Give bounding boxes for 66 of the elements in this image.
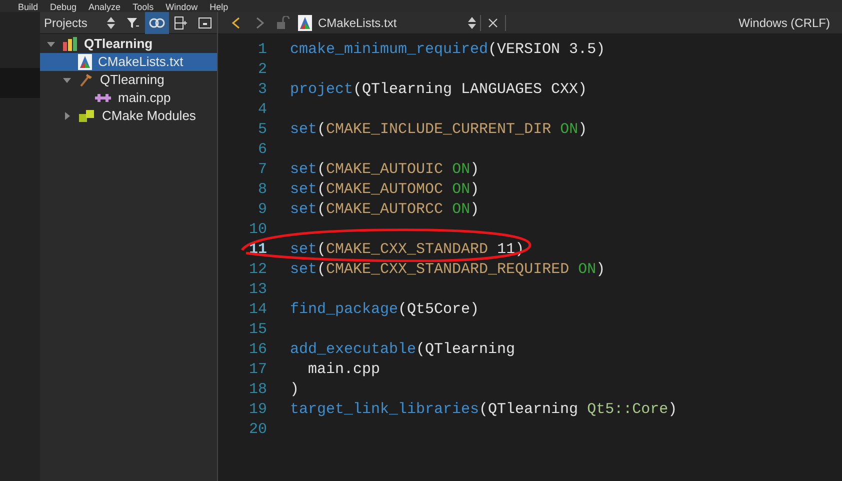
tree-item[interactable]: CMake Modules <box>40 107 217 125</box>
code-line: main.cpp <box>307 361 380 378</box>
up-down-icon[interactable] <box>107 16 115 28</box>
cubes-icon <box>78 108 96 124</box>
caret-down-icon[interactable] <box>63 76 71 84</box>
code-line: target_link_libraries(QTlearning Qt5::Core) <box>290 401 678 418</box>
file-name[interactable]: CMakeLists.txt <box>318 14 468 32</box>
triangle-file-icon <box>78 54 92 70</box>
up-down-icon[interactable] <box>468 16 476 28</box>
line-number: 19 <box>248 400 267 420</box>
menu-item[interactable]: Debug <box>50 2 77 12</box>
triangle-file-icon <box>298 14 312 30</box>
tree-item[interactable]: main.cpp <box>40 89 217 107</box>
tree-item[interactable]: QTlearning <box>40 35 217 53</box>
menu-item[interactable]: Tools <box>132 2 154 12</box>
code-line: project(QTlearning LANGUAGES CXX) <box>290 81 588 98</box>
caret-right-icon[interactable] <box>63 112 71 120</box>
line-number: 14 <box>248 300 267 320</box>
menu-item[interactable]: Help <box>210 2 228 12</box>
line-number: 8 <box>258 180 267 200</box>
tree-item[interactable]: QTlearning <box>40 71 217 89</box>
line-number: 11 <box>248 240 267 260</box>
project-icon <box>62 36 78 52</box>
code-line: cmake_minimum_required(VERSION 3.5) <box>290 41 606 58</box>
panel-background <box>0 68 40 98</box>
line-number: 9 <box>258 200 267 220</box>
code-line: set(CMAKE_INCLUDE_CURRENT_DIR ON) <box>290 121 588 138</box>
line-number: 15 <box>248 320 267 340</box>
line-number: 2 <box>258 60 267 80</box>
panel-title: Projects <box>43 14 88 32</box>
lock-icon[interactable] <box>276 16 290 30</box>
code-line: set(CMAKE_AUTOMOC ON) <box>290 181 480 198</box>
code-line: set(CMAKE_CXX_STANDARD_REQUIRED ON) <box>290 261 606 278</box>
cpp-file-icon <box>94 92 112 104</box>
line-number: 6 <box>258 140 267 160</box>
line-number: 12 <box>248 260 267 280</box>
tree-item-label: QTlearning <box>84 35 153 54</box>
tree-item-label: CMakeLists.txt <box>98 53 184 72</box>
code-line: ) <box>290 381 300 398</box>
line-number: 10 <box>248 220 267 240</box>
code-line: set(CMAKE_AUTOUIC ON) <box>290 161 480 178</box>
caret-down-icon[interactable] <box>47 40 55 48</box>
menu-item[interactable]: Analyze <box>88 2 121 12</box>
line-number: 18 <box>248 380 267 400</box>
code-line: set(CMAKE_CXX_STANDARD 11) <box>290 241 524 258</box>
hammer-icon <box>78 72 94 88</box>
line-number: 1 <box>258 40 267 60</box>
line-number: 7 <box>258 160 267 180</box>
line-number: 20 <box>248 420 267 440</box>
menu-item[interactable]: Window <box>166 2 198 12</box>
code-line: set(CMAKE_AUTORCC ON) <box>290 201 480 218</box>
line-ending-label[interactable]: Windows (CRLF) <box>738 14 830 32</box>
tree-item[interactable]: CMakeLists.txt <box>40 53 217 71</box>
code-line: add_executable(QTlearning <box>290 341 516 358</box>
line-number: 16 <box>248 340 267 360</box>
line-number: 4 <box>258 100 267 120</box>
link-icon[interactable] <box>145 12 169 34</box>
tree-item-label: QTlearning <box>100 71 164 90</box>
line-number: 17 <box>248 360 267 380</box>
code-line: find_package(Qt5Core) <box>290 301 480 318</box>
line-number: 13 <box>248 280 267 300</box>
menu-item[interactable]: Build <box>18 2 38 12</box>
line-number: 5 <box>258 120 267 140</box>
tree-item-label: main.cpp <box>118 89 171 108</box>
tree-item-label: CMake Modules <box>102 107 196 126</box>
line-number: 3 <box>258 80 267 100</box>
